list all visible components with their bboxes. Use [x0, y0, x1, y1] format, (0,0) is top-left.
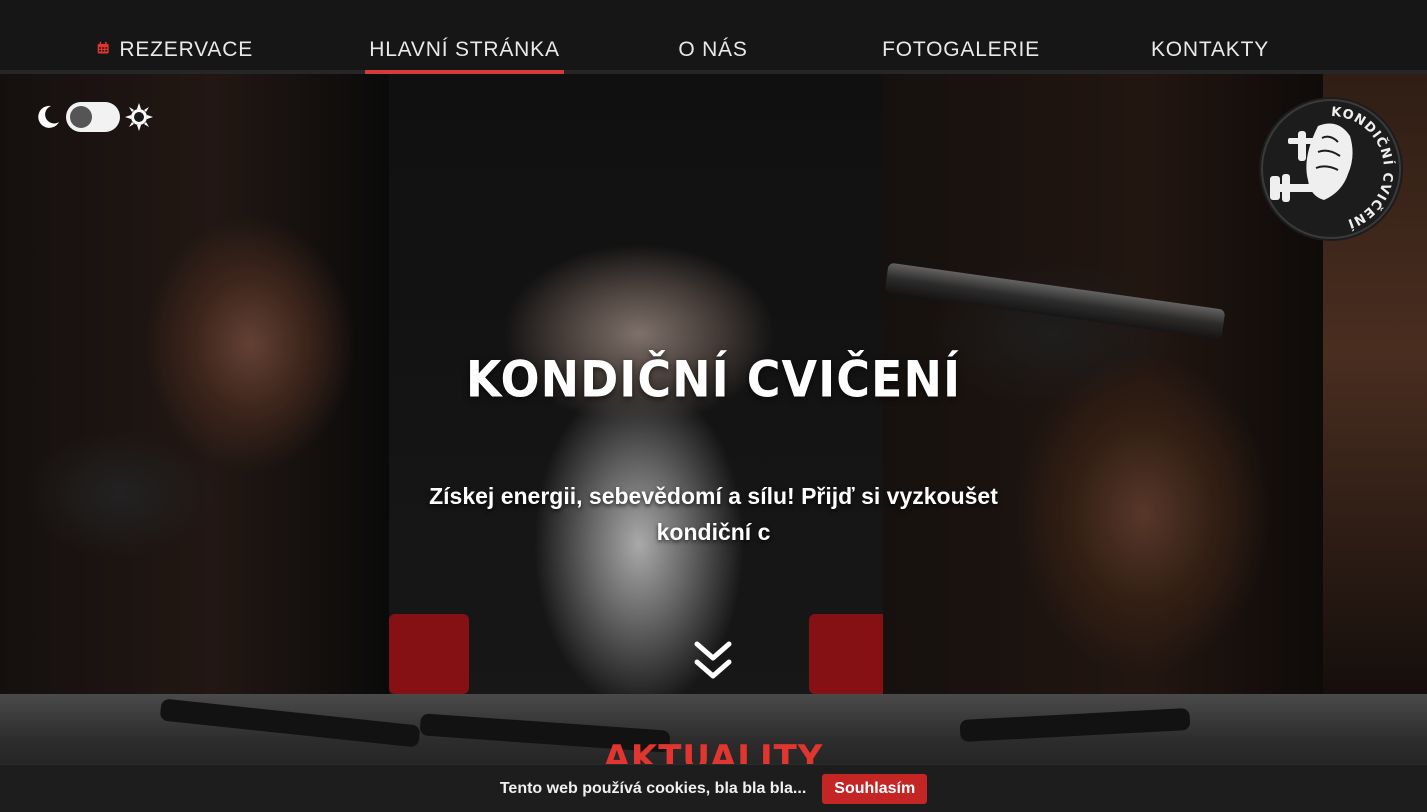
nav-item-label: O NÁS — [678, 38, 748, 61]
moon-icon — [38, 105, 59, 128]
nav-item-rezervace[interactable]: REZERVACE — [97, 26, 253, 74]
nav-item-fotogalerie[interactable]: FOTOGALERIE — [880, 26, 1042, 74]
calendar-icon — [97, 41, 109, 54]
nav-item-hlavni-stranka[interactable]: HLAVNÍ STRÁNKA — [365, 26, 564, 74]
gym-bench — [959, 707, 1191, 743]
hero-subtitle: Získej energii, sebevědomí a sílu! Přijď… — [429, 483, 998, 545]
cookie-accept-button[interactable]: Souhlasím — [822, 773, 928, 804]
nav-item-label: FOTOGALERIE — [882, 38, 1040, 61]
nav-item-label: REZERVACE — [119, 38, 253, 61]
top-navigation: REZERVACE HLAVNÍ STRÁNKA O NÁS FOTOGALER… — [0, 0, 1427, 74]
club-logo[interactable]: KONDIČNÍ CVIČENÍ — [1258, 96, 1404, 242]
theme-switch-knob — [70, 106, 92, 128]
theme-toggle — [34, 102, 154, 132]
nav-item-o-nas[interactable]: O NÁS — [670, 26, 756, 74]
double-chevron-down-icon[interactable] — [693, 640, 733, 684]
nav-item-label: HLAVNÍ STRÁNKA — [369, 38, 560, 61]
hero-title: KONDIČNÍ CVIČENÍ — [465, 349, 962, 409]
cookie-bar: Tento web používá cookies, bla bla bla..… — [0, 764, 1427, 812]
cookie-text: Tento web používá cookies, bla bla bla..… — [499, 779, 807, 797]
nav-item-label: KONTAKTY — [1150, 38, 1270, 61]
nav-item-kontakty[interactable]: KONTAKTY — [1146, 26, 1274, 74]
sun-icon — [125, 103, 153, 131]
theme-switch[interactable] — [66, 102, 120, 132]
